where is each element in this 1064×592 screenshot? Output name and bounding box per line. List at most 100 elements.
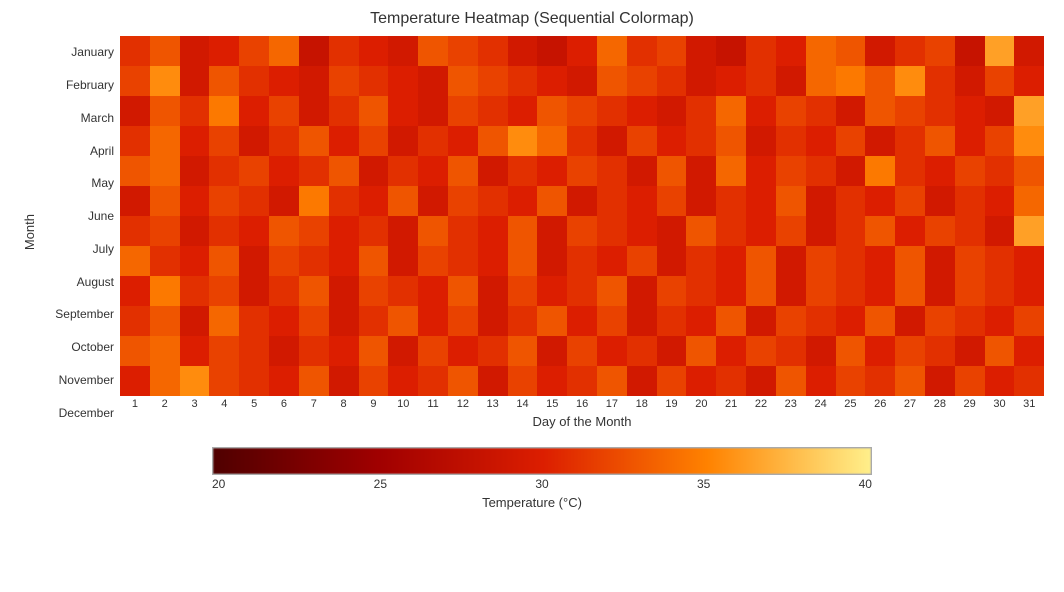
heatmap-cell: [985, 246, 1015, 276]
heatmap-cell: [239, 66, 269, 96]
heatmap-cell: [209, 366, 239, 396]
heatmap-cell: [955, 276, 985, 306]
heatmap-cell: [478, 366, 508, 396]
heatmap-cell: [478, 36, 508, 66]
heatmap-cell: [150, 246, 180, 276]
heatmap-cell: [388, 36, 418, 66]
heatmap-cell: [508, 276, 538, 306]
heatmap-cell: [448, 216, 478, 246]
y-label-september: September: [55, 299, 114, 329]
x-label-day-19: 19: [657, 398, 687, 410]
heatmap-cell: [329, 156, 359, 186]
heatmap-cell: [120, 126, 150, 156]
heatmap-cell: [955, 216, 985, 246]
heatmap-cell: [359, 216, 389, 246]
heatmap-cell: [537, 276, 567, 306]
heatmap-right: 1234567891011121314151617181920212223242…: [120, 36, 1044, 429]
heatmap-cell: [925, 156, 955, 186]
heatmap-cell: [388, 306, 418, 336]
heatmap-cell: [776, 66, 806, 96]
heatmap-cell: [716, 186, 746, 216]
heatmap-cell: [150, 36, 180, 66]
heatmap-cell: [746, 66, 776, 96]
x-label-day-10: 10: [388, 398, 418, 410]
heatmap-cell: [627, 66, 657, 96]
heatmap-cell: [299, 306, 329, 336]
heatmap-cell: [1014, 186, 1044, 216]
heatmap-cell: [746, 216, 776, 246]
heatmap-cell: [716, 216, 746, 246]
heatmap-cell: [657, 36, 687, 66]
heatmap-cell: [1014, 216, 1044, 246]
heatmap-cell: [508, 36, 538, 66]
heatmap-cell: [597, 276, 627, 306]
heatmap-cell: [508, 156, 538, 186]
heatmap-cell: [567, 306, 597, 336]
heatmap-cell: [955, 96, 985, 126]
heatmap-cell: [537, 186, 567, 216]
heatmap-cell: [388, 66, 418, 96]
y-axis: JanuaryFebruaryMarchAprilMayJuneJulyAugu…: [40, 36, 120, 429]
heatmap-cell: [567, 36, 597, 66]
heatmap-cell: [269, 96, 299, 126]
heatmap-cell: [329, 66, 359, 96]
y-label-february: February: [66, 70, 114, 100]
heatmap-cell: [239, 156, 269, 186]
chart-title: Temperature Heatmap (Sequential Colormap…: [370, 10, 694, 28]
x-label-day-26: 26: [865, 398, 895, 410]
heatmap-cell: [657, 96, 687, 126]
heatmap-cell: [716, 126, 746, 156]
heatmap-cell: [150, 216, 180, 246]
heatmap-cell: [657, 126, 687, 156]
x-label-day-4: 4: [209, 398, 239, 410]
heatmap-cell: [418, 216, 448, 246]
heatmap-cell: [955, 246, 985, 276]
heatmap-cell: [836, 66, 866, 96]
heatmap-cell: [1014, 336, 1044, 366]
heatmap-cell: [180, 306, 210, 336]
heatmap-cell: [865, 246, 895, 276]
heatmap-cell: [180, 246, 210, 276]
heatmap-cell: [895, 336, 925, 366]
heatmap-cell: [567, 156, 597, 186]
heatmap-cell: [806, 126, 836, 156]
heatmap-cell: [1014, 36, 1044, 66]
heatmap-cell: [985, 156, 1015, 186]
heatmap-cell: [478, 96, 508, 126]
heatmap-cell: [806, 186, 836, 216]
y-label-november: November: [59, 365, 114, 395]
heatmap-cell: [955, 336, 985, 366]
heatmap-cell: [895, 96, 925, 126]
heatmap-cell: [150, 306, 180, 336]
heatmap-cell: [359, 66, 389, 96]
heatmap-cell: [627, 186, 657, 216]
x-label-day-24: 24: [806, 398, 836, 410]
heatmap-cell: [865, 156, 895, 186]
heatmap-cell: [657, 336, 687, 366]
heatmap-cell: [746, 156, 776, 186]
heatmap-cell: [478, 66, 508, 96]
heatmap-cell: [806, 66, 836, 96]
heatmap-cell: [806, 276, 836, 306]
x-label-day-16: 16: [567, 398, 597, 410]
heatmap-cell: [299, 156, 329, 186]
heatmap-cell: [478, 246, 508, 276]
heatmap-cell: [806, 336, 836, 366]
heatmap-cell: [239, 96, 269, 126]
heatmap-cell: [567, 186, 597, 216]
heatmap-cell: [359, 186, 389, 216]
heatmap-cell: [388, 126, 418, 156]
heatmap-cell: [508, 126, 538, 156]
heatmap-cell: [448, 276, 478, 306]
heatmap-cell: [329, 336, 359, 366]
heatmap-cell: [299, 216, 329, 246]
heatmap-cell: [716, 246, 746, 276]
heatmap-cell: [329, 126, 359, 156]
heatmap-cell: [537, 156, 567, 186]
heatmap-cell: [120, 306, 150, 336]
heatmap-cell: [269, 66, 299, 96]
y-label-march: March: [81, 103, 114, 133]
heatmap-cell: [239, 276, 269, 306]
heatmap-cell: [359, 156, 389, 186]
heatmap-cell: [120, 156, 150, 186]
